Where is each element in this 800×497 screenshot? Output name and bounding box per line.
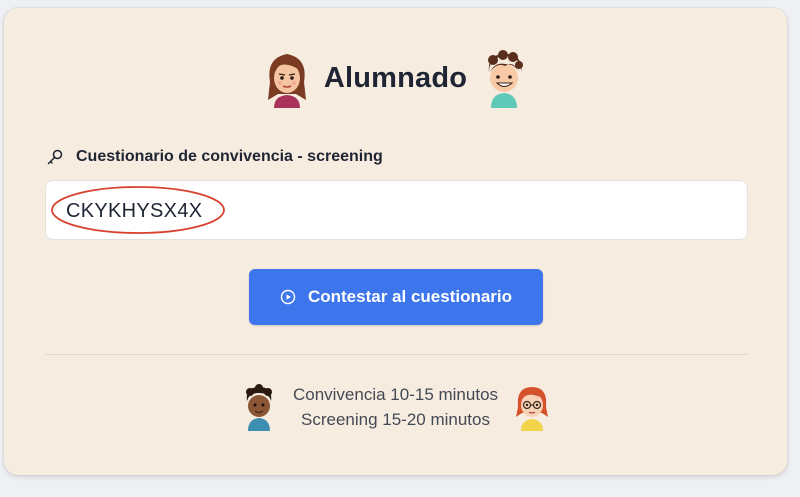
questionnaire-label-row: Cuestionario de convivencia - screening: [46, 148, 383, 166]
divider: [45, 354, 748, 355]
answer-questionnaire-label: Contestar al cuestionario: [307, 287, 513, 306]
boy-dark-avatar-icon: [245, 384, 272, 431]
access-code-input[interactable]: CKYKHYSX4X: [45, 180, 748, 240]
duration-footer: Convivencia 10-15 minutos Screening 15-2…: [4, 382, 787, 432]
convivencia-duration: Convivencia 10-15 minutos: [292, 385, 499, 404]
questionnaire-label: Cuestionario de convivencia - screening: [76, 148, 383, 165]
girl-avatar-icon: [267, 54, 306, 108]
key-icon: [47, 149, 63, 165]
boy-avatar-icon: [488, 50, 524, 108]
page-title: Alumnado: [323, 61, 468, 94]
redhead-glasses-avatar-icon: [516, 387, 549, 431]
duration-text: Convivencia 10-15 minutos Screening 15-2…: [293, 382, 498, 432]
login-card: Alumnado Cuestionario de convivencia - s…: [4, 8, 787, 475]
answer-questionnaire-button[interactable]: Contestar al cuestionario: [249, 269, 543, 325]
card-header: Alumnado: [4, 48, 787, 108]
play-circle-icon: [280, 289, 296, 305]
access-code-value[interactable]: CKYKHYSX4X: [66, 200, 202, 223]
screening-duration: Screening 15-20 minutos: [300, 410, 490, 429]
